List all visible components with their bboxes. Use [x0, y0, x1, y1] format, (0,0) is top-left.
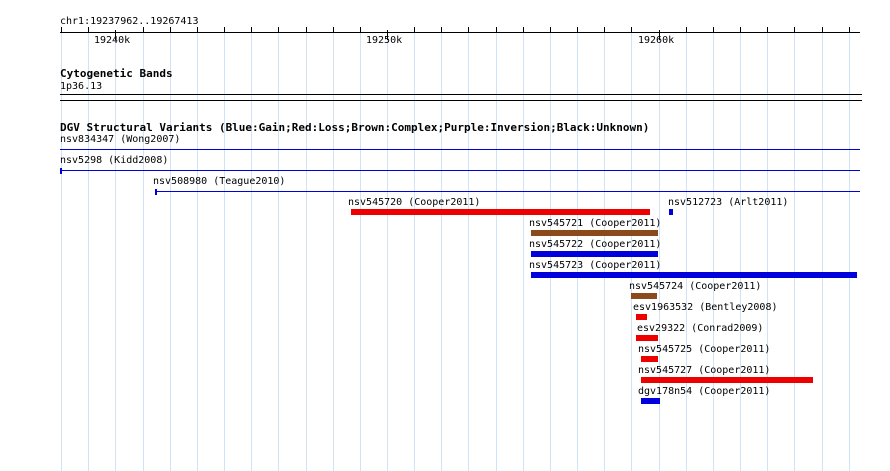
minor-tick [197, 27, 198, 33]
minor-tick [88, 27, 89, 33]
cytoband-label: 1p36.13 [60, 81, 103, 92]
gridline [170, 30, 171, 471]
gridline [115, 30, 116, 471]
feature-label[interactable]: dgv178n54 (Cooper2011) [638, 386, 770, 397]
minor-tick [523, 27, 524, 33]
variant-bar[interactable] [641, 398, 660, 404]
gridline [143, 30, 144, 471]
variant-start-cap [155, 189, 157, 195]
feature-label[interactable]: nsv545727 (Cooper2011) [638, 365, 770, 376]
feature-label[interactable]: nsv545724 (Cooper2011) [629, 281, 761, 292]
position-label: chr1:19237962..19267413 [60, 16, 199, 27]
gridline [278, 30, 279, 471]
minor-tick [224, 27, 225, 33]
minor-tick [767, 27, 768, 33]
minor-tick [441, 27, 442, 33]
minor-tick [631, 27, 632, 33]
gridline [414, 30, 415, 471]
gridline [387, 30, 388, 471]
variant-bar[interactable] [351, 209, 650, 215]
gridline [496, 30, 497, 471]
feature-label[interactable]: nsv834347 (Wong2007) [60, 134, 180, 145]
feature-label[interactable]: nsv512723 (Arlt2011) [668, 197, 788, 208]
minor-tick [550, 27, 551, 33]
cytoband-rule-top [60, 94, 862, 95]
minor-tick [414, 27, 415, 33]
gridline [61, 30, 62, 471]
minor-tick [604, 27, 605, 33]
minor-tick [740, 27, 741, 33]
variant-bar[interactable] [636, 314, 647, 320]
gridline [659, 30, 660, 471]
minor-tick [251, 27, 252, 33]
variant-bar[interactable] [531, 230, 658, 236]
feature-label[interactable]: esv29322 (Conrad2009) [637, 323, 763, 334]
gridline [849, 30, 850, 471]
minor-tick [306, 27, 307, 33]
minor-tick [822, 27, 823, 33]
feature-label[interactable]: esv1963532 (Bentley2008) [633, 302, 778, 313]
variant-bar[interactable] [636, 335, 658, 341]
minor-tick [794, 27, 795, 33]
gridline [197, 30, 198, 471]
dgv-track-title: DGV Structural Variants (Blue:Gain;Red:L… [60, 121, 650, 134]
feature-label[interactable]: nsv545721 (Cooper2011) [529, 218, 661, 229]
minor-tick [577, 27, 578, 33]
variant-bar[interactable] [531, 251, 658, 257]
gridline [333, 30, 334, 471]
minor-tick [61, 27, 62, 33]
feature-label[interactable]: nsv545720 (Cooper2011) [348, 197, 480, 208]
gridline [441, 30, 442, 471]
minor-tick [496, 27, 497, 33]
gridline [251, 30, 252, 471]
minor-tick [170, 27, 171, 33]
gridline [713, 30, 714, 471]
variant-bar[interactable] [641, 356, 658, 362]
feature-label[interactable]: nsv545725 (Cooper2011) [638, 344, 770, 355]
gridline [306, 30, 307, 471]
feature-label[interactable]: nsv545723 (Cooper2011) [529, 260, 661, 271]
variant-bar[interactable] [631, 293, 657, 299]
gridline [523, 30, 524, 471]
gridline [360, 30, 361, 471]
gridline [224, 30, 225, 471]
minor-tick [360, 27, 361, 33]
minor-tick [686, 27, 687, 33]
feature-label[interactable]: nsv508980 (Teague2010) [153, 176, 285, 187]
gridline [822, 30, 823, 471]
gridline [686, 30, 687, 471]
variant-bar[interactable] [641, 377, 813, 383]
tick-label: 19250k [366, 35, 403, 46]
variant-bar[interactable] [531, 272, 857, 278]
gridline [740, 30, 741, 471]
feature-label[interactable]: nsv545722 (Cooper2011) [529, 239, 661, 250]
tick-label: 19240k [94, 35, 131, 46]
genome-browser-view: chr1:19237962..19267413 19240k 19250k 1926… [0, 0, 890, 471]
tick-label: 19260k [638, 35, 675, 46]
gridline [767, 30, 768, 471]
minor-tick [713, 27, 714, 33]
gridline [794, 30, 795, 471]
cytoband-rule-bottom [60, 100, 862, 101]
minor-tick [143, 27, 144, 33]
variant-line[interactable] [60, 149, 860, 150]
variant-line[interactable] [60, 170, 860, 171]
variant-start-cap [60, 168, 62, 174]
feature-label[interactable]: nsv5298 (Kidd2008) [60, 155, 168, 166]
gridline [468, 30, 469, 471]
minor-tick [849, 27, 850, 33]
variant-bar[interactable] [669, 209, 673, 215]
minor-tick [333, 27, 334, 33]
variant-line[interactable] [155, 191, 860, 192]
cytoband-track-title: Cytogenetic Bands [60, 67, 173, 80]
minor-tick [468, 27, 469, 33]
minor-tick [278, 27, 279, 33]
gridline [88, 30, 89, 471]
